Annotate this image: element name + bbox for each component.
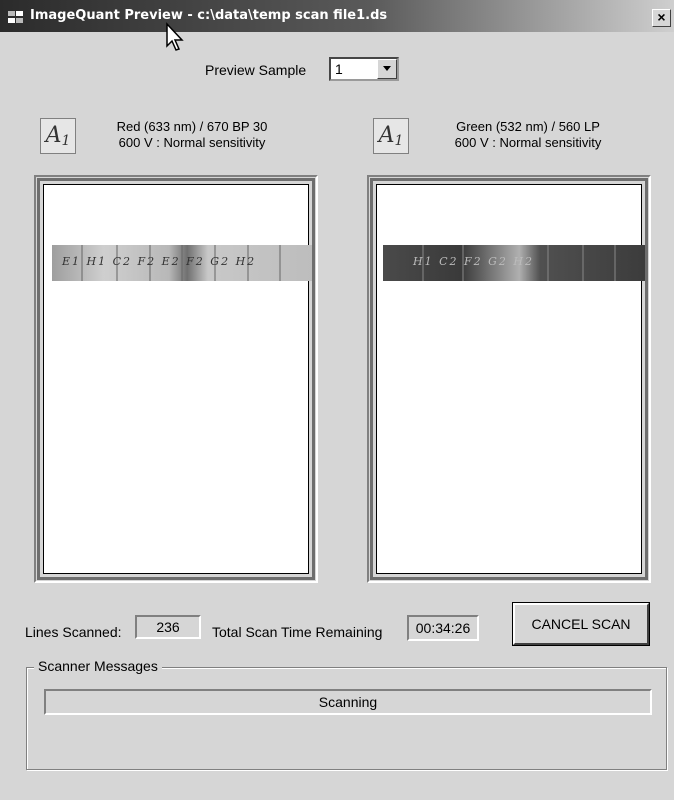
scan-strip: H1 C2 F2 G2 H2 xyxy=(383,245,645,281)
channel-filter-text: Red (633 nm) / 670 BP 30 xyxy=(116,119,268,134)
scan-strip: E1 H1 C2 F2 E2 F2 G2 H2 xyxy=(52,245,312,281)
scanner-messages-label: Scanner Messages xyxy=(34,658,162,674)
app-icon xyxy=(8,11,23,23)
preview-panel-red: E1 H1 C2 F2 E2 F2 G2 H2 xyxy=(34,175,318,583)
channel-info-red: Red (633 nm) / 670 BP 30 600 V : Normal … xyxy=(102,119,282,151)
strip-lane-labels: E1 H1 C2 F2 E2 F2 G2 H2 xyxy=(62,255,257,268)
title-bar[interactable]: ImageQuant Preview - c:\data\temp scan f… xyxy=(0,0,674,32)
window-title: ImageQuant Preview - c:\data\temp scan f… xyxy=(30,8,388,23)
preview-sample-value: 1 xyxy=(335,61,343,77)
time-remaining-label: Total Scan Time Remaining xyxy=(212,624,383,640)
scan-image-red: E1 H1 C2 F2 E2 F2 G2 H2 xyxy=(43,184,312,574)
preview-sample-select[interactable]: 1 xyxy=(329,57,399,81)
channel-voltage-text: 600 V : Normal sensitivity xyxy=(118,135,266,150)
channel-icon: A1 xyxy=(40,118,76,154)
close-button[interactable]: × xyxy=(652,9,671,27)
chevron-down-icon xyxy=(383,66,391,71)
channel-voltage-text: 600 V : Normal sensitivity xyxy=(454,135,602,150)
time-remaining-value: 00:34:26 xyxy=(407,615,479,641)
preview-sample-label: Preview Sample xyxy=(205,62,307,78)
cancel-scan-button[interactable]: CANCEL SCAN xyxy=(512,602,650,646)
lines-scanned-label: Lines Scanned: xyxy=(25,624,122,640)
channel-filter-text: Green (532 nm) / 560 LP xyxy=(456,119,600,134)
scanner-messages-group xyxy=(26,667,667,770)
lines-scanned-value: 236 xyxy=(135,615,201,639)
dropdown-arrow-button[interactable] xyxy=(377,59,397,79)
scanner-status-field: Scanning xyxy=(44,689,652,715)
strip-lane-labels: H1 C2 F2 G2 H2 xyxy=(413,255,535,268)
scan-image-green: H1 C2 F2 G2 H2 xyxy=(376,184,645,574)
channel-icon: A1 xyxy=(373,118,409,154)
mouse-pointer-icon xyxy=(166,22,184,51)
channel-info-green: Green (532 nm) / 560 LP 600 V : Normal s… xyxy=(438,119,618,151)
preview-panel-green: H1 C2 F2 G2 H2 xyxy=(367,175,651,583)
